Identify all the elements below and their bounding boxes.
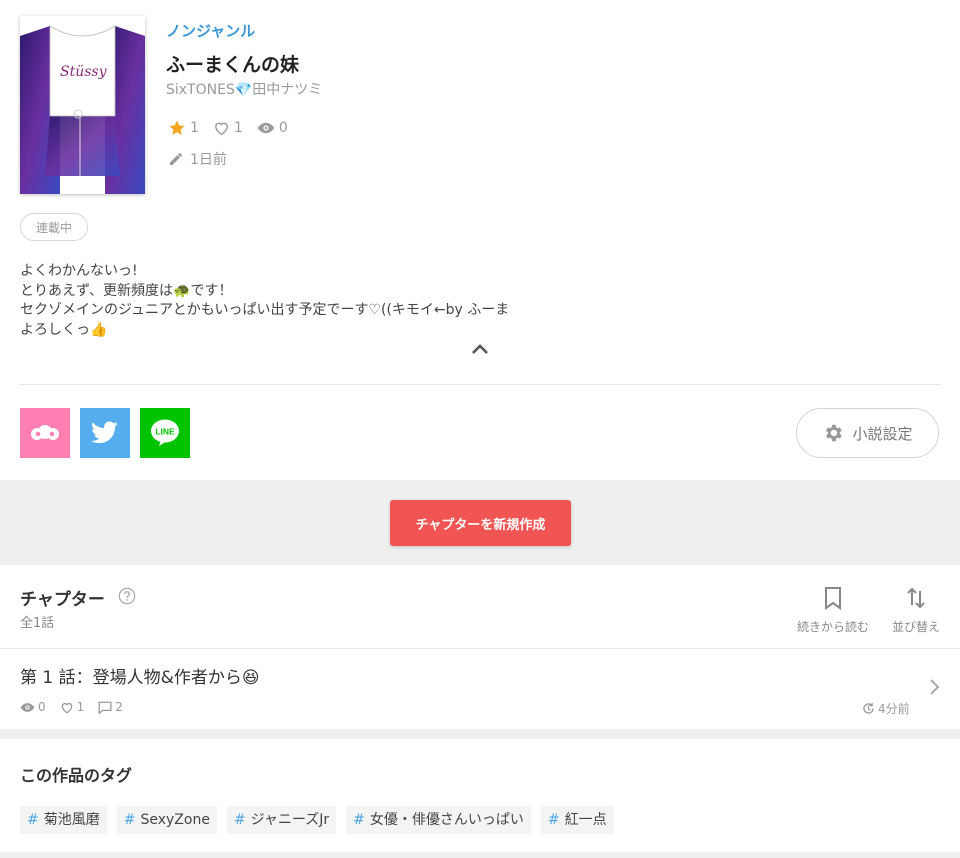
- tag-item[interactable]: # 女優・俳優さんいっぱい: [346, 806, 531, 834]
- line-icon: LINE: [151, 419, 179, 446]
- description-line: セクゾメインのジュニアとかもいっぱい出す予定でーす♡((キモイ←by ふーま: [20, 302, 510, 318]
- tag-item[interactable]: # 菊池風磨: [20, 806, 107, 834]
- tag-label: 紅一点: [564, 812, 607, 828]
- chevron-up-icon[interactable]: [470, 340, 490, 358]
- cover-image[interactable]: Stüssy: [20, 16, 145, 194]
- genre-link[interactable]: ノンジャンル: [166, 20, 255, 41]
- chapter-stats: 0 1 2: [20, 700, 137, 714]
- novel-settings-button[interactable]: 小説設定: [796, 408, 939, 458]
- chapter-count: 全1話: [20, 616, 55, 631]
- sort-button[interactable]: 並び替え: [887, 583, 945, 635]
- tag-label: 菊池風磨: [43, 812, 100, 828]
- section-gap: [0, 729, 960, 739]
- tag-label: SexyZone: [140, 812, 210, 828]
- sort-icon: [906, 583, 926, 613]
- share-twitter-button[interactable]: [80, 408, 130, 458]
- view-count: 0: [278, 120, 288, 136]
- twitter-icon: [91, 421, 118, 444]
- heart-icon: [60, 701, 74, 714]
- eye-icon: [257, 121, 275, 135]
- resume-reading-button[interactable]: 続きから読む: [793, 583, 873, 635]
- novel-title: ふーまくんの妹: [166, 54, 300, 76]
- help-icon[interactable]: [118, 587, 136, 609]
- settings-label: 小説設定: [852, 424, 913, 443]
- tag-label: ジャニーズJr: [250, 812, 330, 828]
- star-count: 1: [190, 120, 199, 136]
- tag-item[interactable]: # SexyZone: [116, 806, 217, 834]
- tag-label: 女優・俳優さんいっぱい: [369, 812, 524, 828]
- section-gap: [0, 852, 960, 858]
- svg-text:LINE: LINE: [155, 427, 175, 437]
- chapter-time-text: 4分前: [878, 702, 910, 716]
- bookmark-icon: [823, 583, 843, 613]
- gear-icon: [822, 422, 844, 444]
- star-icon: [168, 119, 186, 137]
- tags-heading: この作品のタグ: [20, 766, 133, 785]
- novel-description: よくわかんないっ! とりあえず、更新頻度は🐢です！ セクゾメインのジュニアとかも…: [20, 262, 509, 340]
- tag-item[interactable]: # 紅一点: [540, 806, 614, 834]
- clock-icon: [862, 702, 875, 715]
- cover-logo-text: Stüssy: [60, 64, 108, 80]
- divider: [20, 384, 940, 385]
- resume-label: 続きから読む: [796, 620, 869, 634]
- pencil-icon: [168, 151, 184, 167]
- updated-time: 1日前: [190, 152, 227, 168]
- chevron-right-icon: [928, 678, 940, 700]
- chapter-title: 第 1 話：登場人物&作者から😆: [20, 668, 260, 688]
- share-button-pink[interactable]: [20, 408, 70, 458]
- create-chapter-button[interactable]: チャプターを新規作成: [390, 500, 571, 546]
- novel-stats: 1 1 0: [168, 119, 302, 137]
- chapters-heading: チャプター: [20, 590, 105, 610]
- share-line-button[interactable]: LINE: [140, 408, 190, 458]
- eye-icon: [20, 702, 35, 713]
- chapter-like-count: 1: [76, 700, 85, 714]
- description-line: よろしくっ👍: [20, 321, 108, 338]
- cloud-icon: [31, 425, 59, 440]
- author-link[interactable]: SixTONES💎田中ナツミ: [166, 79, 322, 99]
- comment-icon: [98, 701, 112, 714]
- chapter-comment-count: 2: [115, 700, 123, 714]
- tag-list: # 菊池風磨 # SexyZone # ジャニーズJr # 女優・俳優さんいっぱい # 紅…: [20, 806, 624, 834]
- updated-info: 1日前: [168, 149, 227, 169]
- chapter-list-item[interactable]: 第 1 話：登場人物&作者から😆 0 1 2 4分前: [0, 649, 960, 729]
- chapter-time: 4分前: [862, 700, 910, 717]
- chapter-view-count: 0: [38, 700, 46, 714]
- like-count: 1: [233, 120, 243, 136]
- tag-item[interactable]: # ジャニーズJr: [226, 806, 337, 834]
- description-line: よくわかんないっ!: [20, 263, 138, 279]
- heart-icon: [213, 120, 230, 136]
- sort-label: 並び替え: [891, 620, 940, 634]
- novel-detail-page: Stüssy ノンジャンル ふーまくんの妹 SixTONES💎田中ナツミ 1 1…: [0, 0, 960, 858]
- status-badge: 連載中: [20, 213, 89, 241]
- description-line: とりあえず、更新頻度は🐢です！: [20, 282, 233, 299]
